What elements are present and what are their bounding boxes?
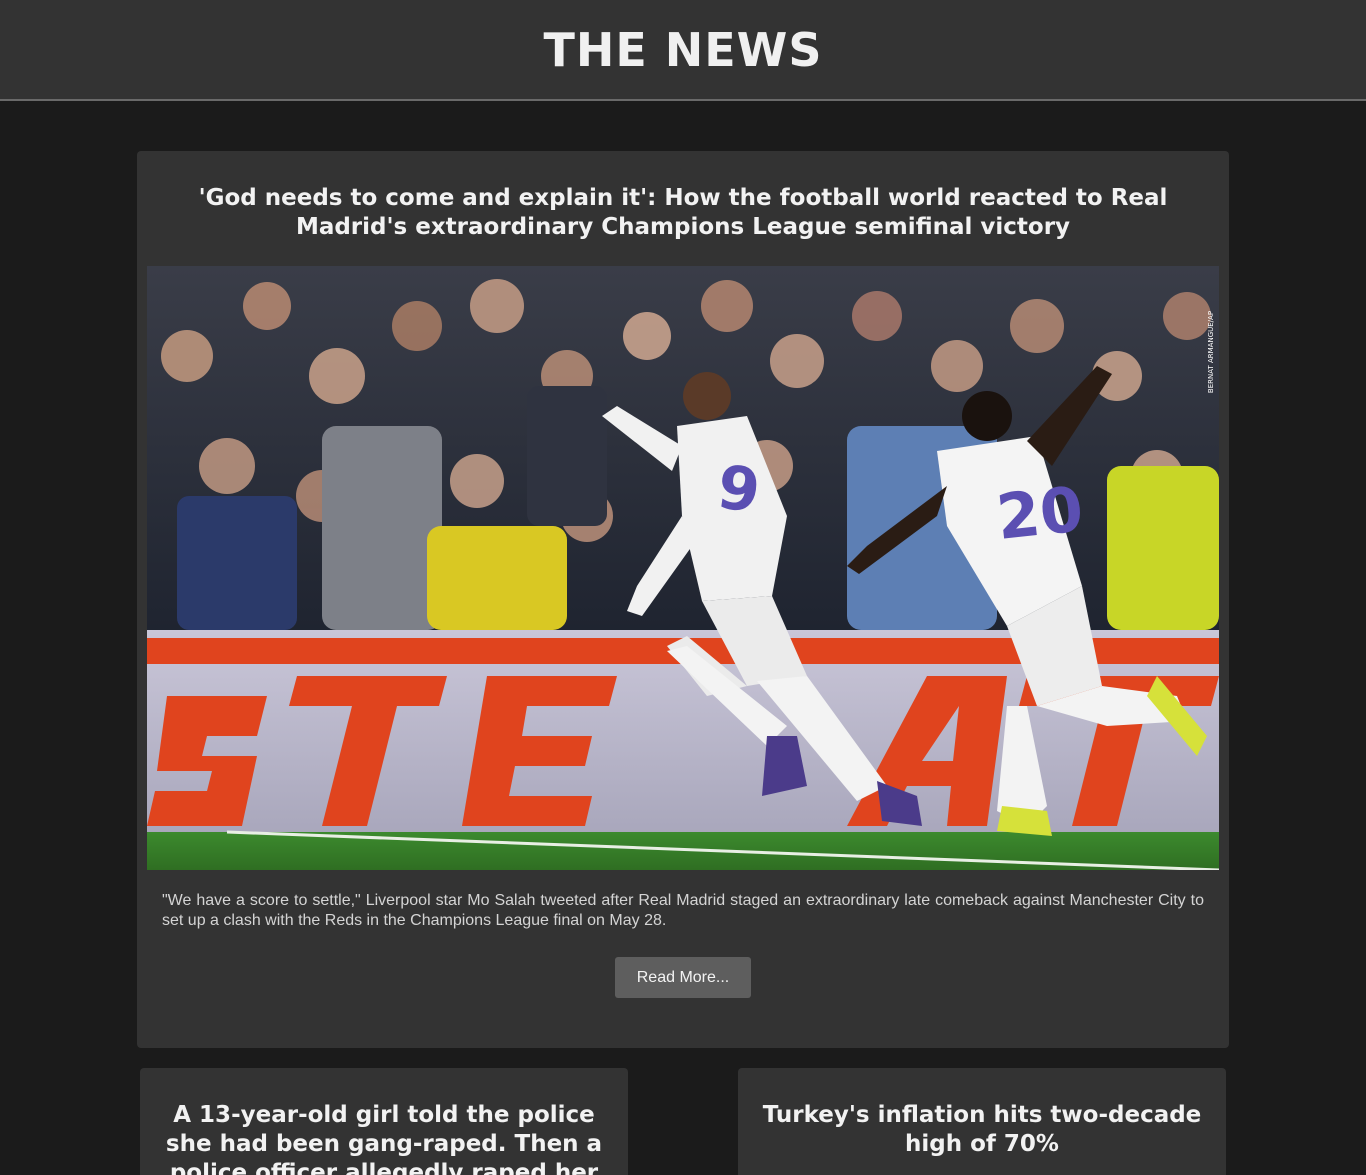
article-card[interactable]: Turkey's inflation hits two-decade high … xyxy=(738,1068,1226,1175)
featured-article-card: 'God needs to come and explain it': How … xyxy=(137,151,1229,1048)
read-more-button[interactable]: Read More... xyxy=(615,957,751,998)
featured-article-headline[interactable]: 'God needs to come and explain it': How … xyxy=(177,184,1189,242)
article-headline[interactable]: Turkey's inflation hits two-decade high … xyxy=(752,1101,1212,1159)
article-card[interactable]: A 13-year-old girl told the police she h… xyxy=(140,1068,628,1175)
photo-credit: BERNAT ARMANGUE/AP xyxy=(1207,311,1215,393)
site-title: THE NEWS xyxy=(543,22,823,77)
jersey-number-20: 20 xyxy=(993,472,1086,554)
site-header: THE NEWS xyxy=(0,0,1366,101)
featured-article-summary: "We have a score to settle," Liverpool s… xyxy=(162,892,1204,929)
featured-article-image[interactable]: 9 20 BERNAT ARMANGUE/AP xyxy=(147,266,1219,870)
article-headline[interactable]: A 13-year-old girl told the police she h… xyxy=(154,1101,614,1175)
celebration-photo: 9 20 BERNAT ARMANGUE/AP xyxy=(147,266,1219,870)
